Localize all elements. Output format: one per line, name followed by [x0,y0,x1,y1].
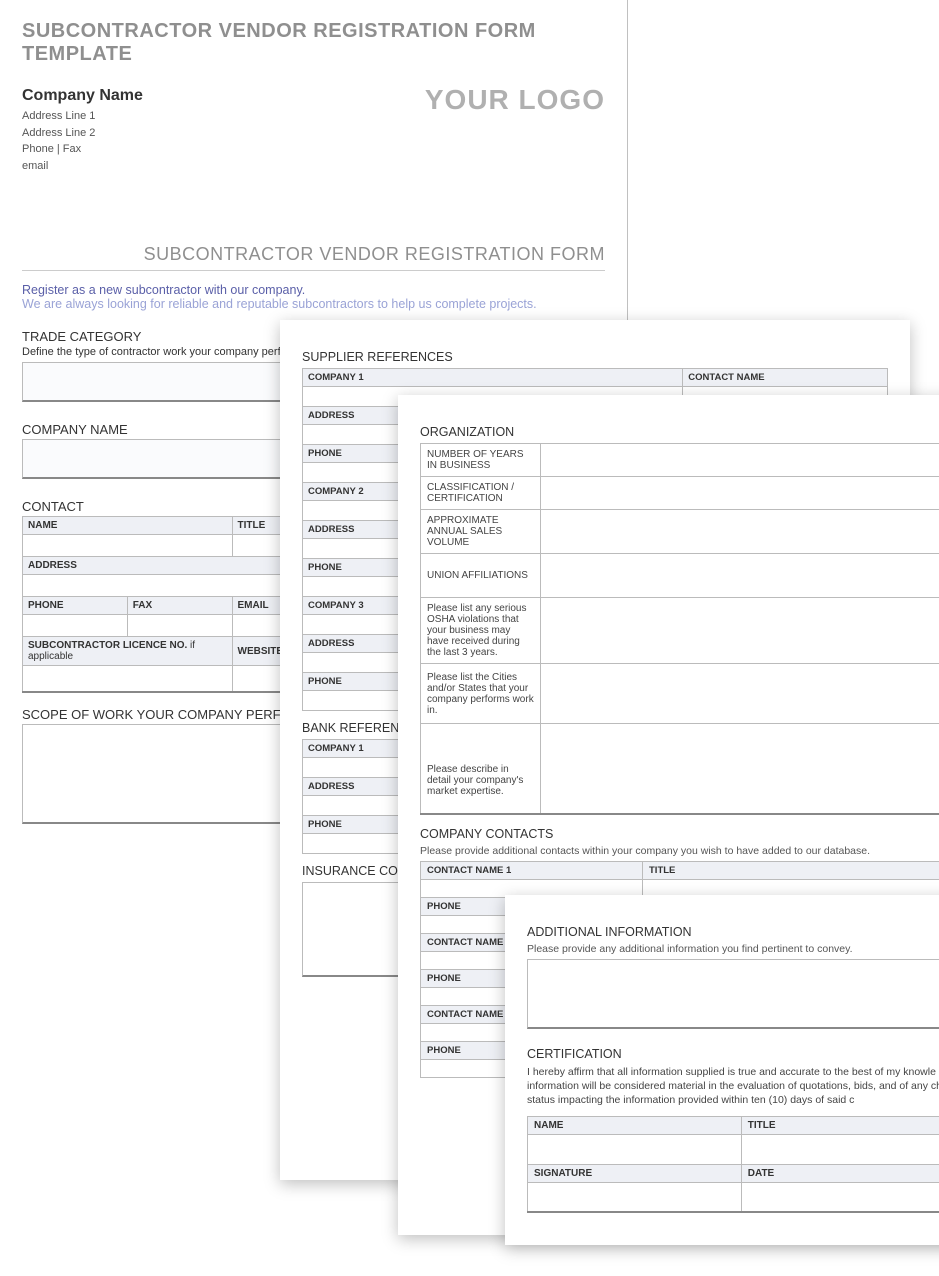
cert-title-label: TITLE [741,1116,939,1134]
register-subline: We are always looking for reliable and r… [22,297,605,311]
org-val-6[interactable] [541,724,939,814]
phone-fax: Phone | Fax [22,141,143,158]
sr1-company-label: COMPANY 1 [303,369,683,387]
contact-name-input[interactable] [23,535,233,557]
licence-label: SUBCONTRACTOR LICENCE NO. if applicable [23,637,233,666]
org-row-4: Please list any serious OSHA violations … [421,598,541,664]
cc1-name-label: CONTACT NAME 1 [421,861,643,879]
signature-table: NAMETITLE SIGNATUREDATE [527,1116,939,1214]
org-row-0: NUMBER OF YEARS IN BUSINESS [421,444,541,477]
org-val-4[interactable] [541,598,939,664]
logo-placeholder: YOUR LOGO [425,84,605,116]
org-val-5[interactable] [541,664,939,724]
contact-phone-input[interactable] [23,615,128,637]
page-4: ADDITIONAL INFORMATION Please provide an… [505,895,939,1245]
cert-date-label: DATE [741,1164,939,1182]
certification-title: CERTIFICATION [527,1047,939,1061]
divider [22,270,605,271]
address-line-2: Address Line 2 [22,125,143,142]
contact-fax-input[interactable] [127,615,232,637]
organization-title: ORGANIZATION [420,425,939,439]
sr1-contact-label: CONTACT NAME [683,369,888,387]
email: email [22,158,143,175]
register-line: Register as a new subcontractor with our… [22,283,605,297]
company-contacts-title: COMPANY CONTACTS [420,827,939,841]
certification-text: I hereby affirm that all information sup… [527,1065,939,1108]
contact-phone-label: PHONE [23,597,128,615]
org-row-1: CLASSIFICATION / CERTIFICATION [421,477,541,510]
org-row-2: APPROXIMATE ANNUAL SALES VOLUME [421,510,541,554]
cert-signature-input[interactable] [528,1182,742,1212]
header-row: Company Name Address Line 1 Address Line… [22,84,605,174]
form-title: SUBCONTRACTOR VENDOR REGISTRATION FORM [22,244,605,265]
cc1-title-label: TITLE [643,861,939,879]
additional-input[interactable] [527,959,939,1029]
cert-date-input[interactable] [741,1182,939,1212]
document-title: SUBCONTRACTOR VENDOR REGISTRATION FORM T… [22,20,605,66]
org-val-0[interactable] [541,444,939,477]
company-block: Company Name Address Line 1 Address Line… [22,84,143,174]
licence-input[interactable] [23,666,233,692]
cert-name-label: NAME [528,1116,742,1134]
company-contacts-desc: Please provide additional contacts withi… [420,845,939,857]
company-name: Company Name [22,84,143,108]
cert-signature-label: SIGNATURE [528,1164,742,1182]
org-row-6: Please describe in detail your company's… [421,724,541,814]
cert-name-input[interactable] [528,1134,742,1164]
address-line-1: Address Line 1 [22,108,143,125]
org-row-3: UNION AFFILIATIONS [421,554,541,598]
additional-title: ADDITIONAL INFORMATION [527,925,939,939]
supplier-refs-title: SUPPLIER REFERENCES [302,350,888,364]
additional-desc: Please provide any additional informatio… [527,943,939,955]
org-row-5: Please list the Cities and/or States tha… [421,664,541,724]
org-val-3[interactable] [541,554,939,598]
contact-name-label: NAME [23,517,233,535]
organization-table: NUMBER OF YEARS IN BUSINESS CLASSIFICATI… [420,443,939,815]
org-val-1[interactable] [541,477,939,510]
org-val-2[interactable] [541,510,939,554]
contact-fax-label: FAX [127,597,232,615]
cert-title-input[interactable] [741,1134,939,1164]
